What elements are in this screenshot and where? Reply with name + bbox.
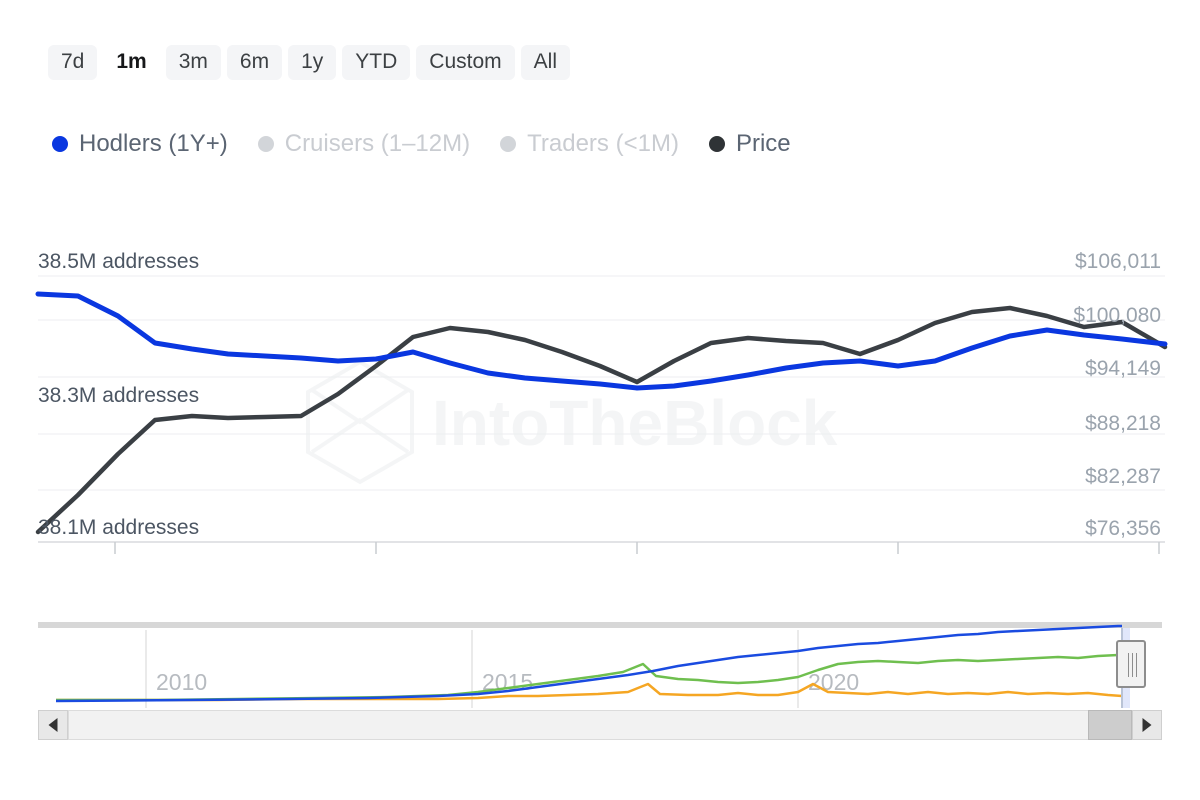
legend-label-price: Price: [736, 132, 791, 156]
arrow-right-icon: [1143, 718, 1152, 732]
legend-item-price[interactable]: Price: [709, 132, 791, 156]
arrow-left-icon: [49, 718, 58, 732]
chart-legend: Hodlers (1Y+) Cruisers (1–12M) Traders (…: [52, 132, 791, 156]
y-axis-left-label-2: 38.1M addresses: [38, 516, 199, 539]
legend-item-cruisers[interactable]: Cruisers (1–12M): [258, 132, 470, 156]
range-button-7d[interactable]: 7d: [48, 45, 97, 80]
chart-navigator[interactable]: 2010 2015 2020: [38, 622, 1162, 742]
legend-label-traders: Traders (<1M): [527, 132, 679, 156]
x-axis-tick-label-3: 2. Dec: [866, 558, 930, 560]
legend-item-hodlers[interactable]: Hodlers (1Y+): [52, 132, 228, 156]
resize-handle-icon-3: [1136, 653, 1137, 677]
legend-item-traders[interactable]: Traders (<1M): [500, 132, 679, 156]
x-axis-tick-label-1: 18. Nov: [338, 558, 414, 560]
navigator-year-label-2010: 2010: [156, 669, 207, 695]
range-selector: 7d 1m 3m 6m 1y YTD Custom All: [48, 45, 570, 80]
range-button-1m[interactable]: 1m: [103, 45, 159, 80]
scroll-left-button[interactable]: [38, 710, 68, 740]
y-axis-right-label-0: $106,011: [1075, 250, 1161, 273]
navigator-scrollbar-thumb[interactable]: [1088, 710, 1132, 740]
x-axis-tick-label-2: 25. Nov: [599, 558, 675, 560]
y-axis-right-label-4: $82,287: [1085, 465, 1161, 488]
legend-dot-icon-hodlers: [52, 136, 68, 152]
range-button-6m[interactable]: 6m: [227, 45, 282, 80]
y-axis-left-label-0: 38.5M addresses: [38, 250, 199, 273]
y-axis-right-label-5: $76,356: [1085, 517, 1161, 540]
navigator-scrollbar-track[interactable]: [68, 710, 1132, 740]
x-axis-tick-label-4: 9. Dec: [1090, 558, 1154, 560]
x-axis-tick-label-0: 11. Nov: [78, 558, 152, 560]
legend-dot-icon-traders: [500, 136, 516, 152]
navigator-top-border: [38, 622, 1162, 628]
range-button-1y[interactable]: 1y: [288, 45, 336, 80]
x-tick-marks: [115, 542, 1159, 554]
range-button-all[interactable]: All: [521, 45, 570, 80]
y-axis-right-label-1: $100,080: [1073, 304, 1161, 327]
legend-dot-icon-price: [709, 136, 725, 152]
range-button-custom[interactable]: Custom: [416, 45, 514, 80]
resize-handle-icon-2: [1132, 653, 1133, 677]
navigator-series-hodlers: [56, 626, 1122, 701]
y-axis-right-label-3: $88,218: [1085, 412, 1161, 435]
legend-dot-icon-cruisers: [258, 136, 274, 152]
navigator-right-handle[interactable]: [1116, 640, 1146, 688]
range-button-ytd[interactable]: YTD: [342, 45, 410, 80]
y-axis-left-label-1: 38.3M addresses: [38, 384, 199, 407]
range-button-3m[interactable]: 3m: [166, 45, 221, 80]
legend-label-hodlers: Hodlers (1Y+): [79, 132, 228, 156]
watermark-text: IntoTheBlock: [432, 387, 838, 459]
navigator-series-traders: [56, 684, 1122, 700]
navigator-gridlines: [146, 630, 798, 708]
resize-handle-icon: [1128, 653, 1129, 677]
y-axis-right-label-2: $94,149: [1085, 357, 1161, 380]
legend-label-cruisers: Cruisers (1–12M): [285, 132, 470, 156]
scroll-right-button[interactable]: [1132, 710, 1162, 740]
price-hodlers-chart[interactable]: IntoTheBlock 38.5M addresses 38.3M addre…: [0, 230, 1200, 560]
